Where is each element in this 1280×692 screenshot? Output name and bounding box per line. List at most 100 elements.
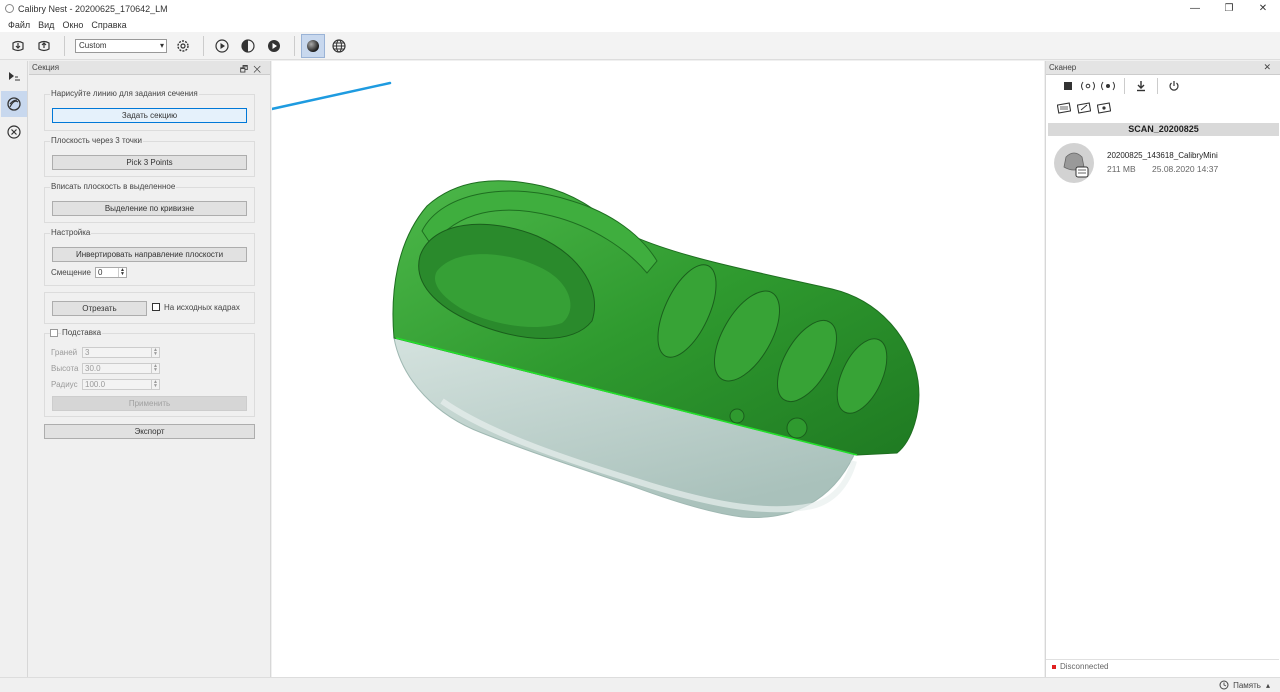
stand-checkbox[interactable] xyxy=(50,329,58,337)
stop-icon xyxy=(1064,82,1072,90)
shaded-view-button[interactable] xyxy=(301,33,325,58)
cut-button[interactable]: Отрезать xyxy=(52,301,147,316)
faces-value: 3 xyxy=(85,348,90,357)
chevron-down-icon: ▾ xyxy=(159,40,164,50)
fit-plane-group-title: Вписать плоскость в выделенное xyxy=(50,182,177,191)
tool-align[interactable] xyxy=(1,63,27,89)
title-bar: Calibry Nest - 20200625_170642_LM — ❐ ✕ xyxy=(0,0,1280,17)
source-frames-checkbox[interactable] xyxy=(152,303,160,311)
preset-value: Custom xyxy=(79,41,107,50)
scanner-panel: Сканер ✕ SCAN_20200825 20200825_143618_C… xyxy=(1045,61,1280,677)
radius-label: Радиус xyxy=(51,380,78,389)
forward-button[interactable] xyxy=(262,34,286,58)
export-button-toolbar[interactable] xyxy=(32,34,56,58)
status-bar: Память ▴ xyxy=(0,677,1280,692)
model-vent xyxy=(729,408,745,424)
set-section-button[interactable]: Задать секцию xyxy=(52,108,247,123)
settings-group: Настройка Инвертировать направление плос… xyxy=(44,228,255,286)
export-button[interactable]: Экспорт xyxy=(44,424,255,439)
scan-session-title: SCAN_20200825 xyxy=(1048,123,1279,136)
power-icon xyxy=(1169,81,1179,91)
scan-preview-icon xyxy=(1063,152,1089,178)
section-panel-title: Секция xyxy=(32,63,60,72)
radius-spinbox[interactable]: 100.0 ▲ ▼ xyxy=(82,379,160,390)
curvature-selection-button[interactable]: Выделение по кривизне xyxy=(52,201,247,216)
pick-3-points-button[interactable]: Pick 3 Points xyxy=(52,155,247,170)
scanner-status: Disconnected xyxy=(1046,659,1279,673)
play-icon xyxy=(215,38,229,53)
viewport-canvas[interactable] xyxy=(238,61,1044,677)
status-indicator-icon xyxy=(1052,664,1056,669)
sphere-icon xyxy=(307,39,319,52)
scanner-close-button[interactable]: ✕ xyxy=(1263,62,1276,73)
settings-button[interactable] xyxy=(171,34,195,58)
close-button[interactable]: ✕ xyxy=(1246,0,1280,17)
fit-plane-group: Вписать плоскость в выделенное Выделение… xyxy=(44,182,255,223)
offset-spinbox[interactable]: 0 ▲ ▼ xyxy=(95,267,127,278)
forward-icon xyxy=(268,39,280,52)
scan-item-date: 25.08.2020 14:37 xyxy=(1152,164,1219,174)
restore-button[interactable]: ❐ xyxy=(1212,0,1246,17)
spin-arrows-icon[interactable]: ▲ ▼ xyxy=(118,268,126,277)
stop-button[interactable] xyxy=(1058,76,1078,96)
faces-label: Граней xyxy=(51,348,78,357)
scan-continuous-button[interactable] xyxy=(1098,76,1118,96)
signal-filled-icon xyxy=(1101,81,1115,91)
half-sphere-button[interactable] xyxy=(236,34,260,58)
height-spinbox[interactable]: 30.0 ▲ ▼ xyxy=(82,363,160,374)
frames-edit-button[interactable] xyxy=(1074,98,1094,118)
tool-section[interactable] xyxy=(1,91,27,117)
drawn-section-line[interactable] xyxy=(238,81,392,118)
download-icon xyxy=(1137,81,1145,92)
source-frames-label: На исходных кадрах xyxy=(164,303,240,312)
height-label: Высота xyxy=(51,364,79,373)
menu-file[interactable]: Файл xyxy=(4,20,34,30)
stand-group-title: Подставка xyxy=(61,328,103,337)
download-button[interactable] xyxy=(1131,76,1151,96)
toolbar-separator xyxy=(1124,78,1125,94)
wireframe-view-button[interactable] xyxy=(327,34,351,58)
import-icon xyxy=(12,40,24,51)
scanner-toolbar-2 xyxy=(1046,97,1280,119)
invert-plane-button[interactable]: Инвертировать направление плоскости xyxy=(52,247,247,262)
tool-remove[interactable] xyxy=(1,119,27,145)
signal-icon xyxy=(1081,81,1095,91)
memory-indicator[interactable]: Память ▴ xyxy=(1219,680,1270,690)
section-panel: Секция 🗗✕ Нарисуйте линию для задания се… xyxy=(29,61,271,677)
menu-window[interactable]: Окно xyxy=(58,20,87,30)
menu-view[interactable]: Вид xyxy=(34,20,58,30)
half-sphere-icon xyxy=(241,38,255,53)
menu-bar: Файл Вид Окно Справка xyxy=(0,17,1280,32)
3d-viewport[interactable] xyxy=(238,61,1044,677)
faces-spinbox[interactable]: 3 ▲ ▼ xyxy=(82,347,160,358)
frames-import-button[interactable] xyxy=(1094,98,1114,118)
spin-arrows-icon[interactable]: ▲ ▼ xyxy=(151,348,159,357)
offset-label: Смещение xyxy=(51,268,92,277)
export-icon xyxy=(38,40,50,51)
apply-button[interactable]: Применить xyxy=(52,396,247,411)
import-button[interactable] xyxy=(6,34,30,58)
tool-strip xyxy=(0,61,28,677)
preset-select[interactable]: Custom ▾ xyxy=(75,38,167,53)
scan-single-button[interactable] xyxy=(1078,76,1098,96)
memory-expand-icon[interactable]: ▴ xyxy=(1266,681,1270,690)
scanner-panel-header: Сканер ✕ xyxy=(1046,61,1280,75)
minimize-button[interactable]: — xyxy=(1178,0,1212,17)
toolbar-separator xyxy=(294,35,295,56)
stand-group: Подставка Граней 3 ▲ ▼ Высота 30.0 ▲ ▼ Рад… xyxy=(44,328,255,417)
play-button[interactable] xyxy=(210,34,234,58)
frames-import-icon xyxy=(1097,102,1111,114)
globe-icon xyxy=(332,38,346,53)
window-title: Calibry Nest - 20200625_170642_LM xyxy=(18,3,168,14)
frames-button[interactable] xyxy=(1054,98,1074,118)
memory-icon xyxy=(1219,680,1229,690)
close-circle-icon xyxy=(7,125,21,139)
scan-list-item[interactable]: 20200825_143618_CalibryMini 211 MB 25.08… xyxy=(1054,143,1274,183)
menu-help[interactable]: Справка xyxy=(87,20,130,30)
spin-arrows-icon[interactable]: ▲ ▼ xyxy=(151,364,159,373)
panel-header-buttons[interactable]: 🗗✕ xyxy=(240,62,266,78)
spin-arrows-icon[interactable]: ▲ ▼ xyxy=(151,380,159,389)
three-points-group-title: Плоскость через 3 точки xyxy=(50,136,143,145)
power-button[interactable] xyxy=(1164,76,1184,96)
gear-icon xyxy=(177,39,189,52)
